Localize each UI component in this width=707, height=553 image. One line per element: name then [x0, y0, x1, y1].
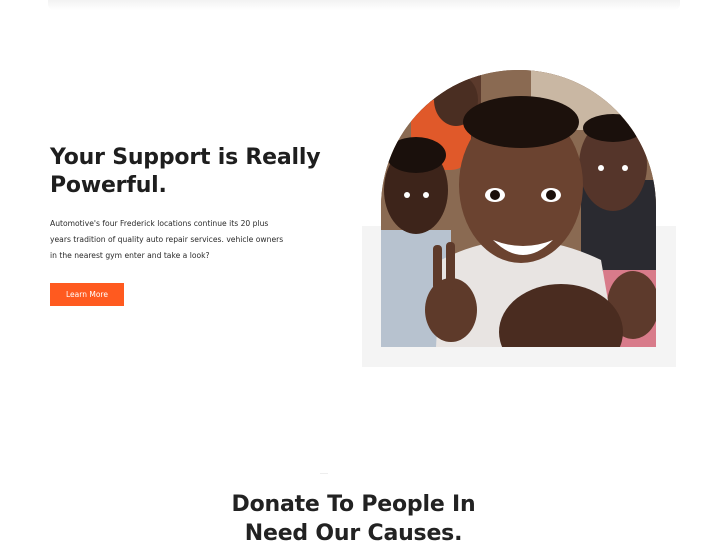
children-photo: [381, 70, 656, 347]
hero-title: Your Support is Really Powerful.: [50, 144, 340, 200]
learn-more-button[interactable]: Learn More: [50, 283, 124, 306]
hero-title-line-2: Powerful.: [50, 173, 167, 198]
section-divider: [320, 473, 328, 474]
causes-title-line-2: Need Our Causes.: [244, 521, 463, 546]
top-section-edge: [48, 0, 680, 10]
page: Your Support is Really Powerful. Automot…: [0, 0, 707, 553]
hero-title-line-1: Your Support is Really: [50, 145, 321, 170]
hero-description: Automotive's four Frederick locations co…: [50, 219, 284, 260]
causes-section-title: Donate To People In Need Our Causes.: [200, 490, 507, 548]
causes-title-line-1: Donate To People In: [231, 492, 476, 517]
children-photo-illustration: [381, 70, 656, 347]
